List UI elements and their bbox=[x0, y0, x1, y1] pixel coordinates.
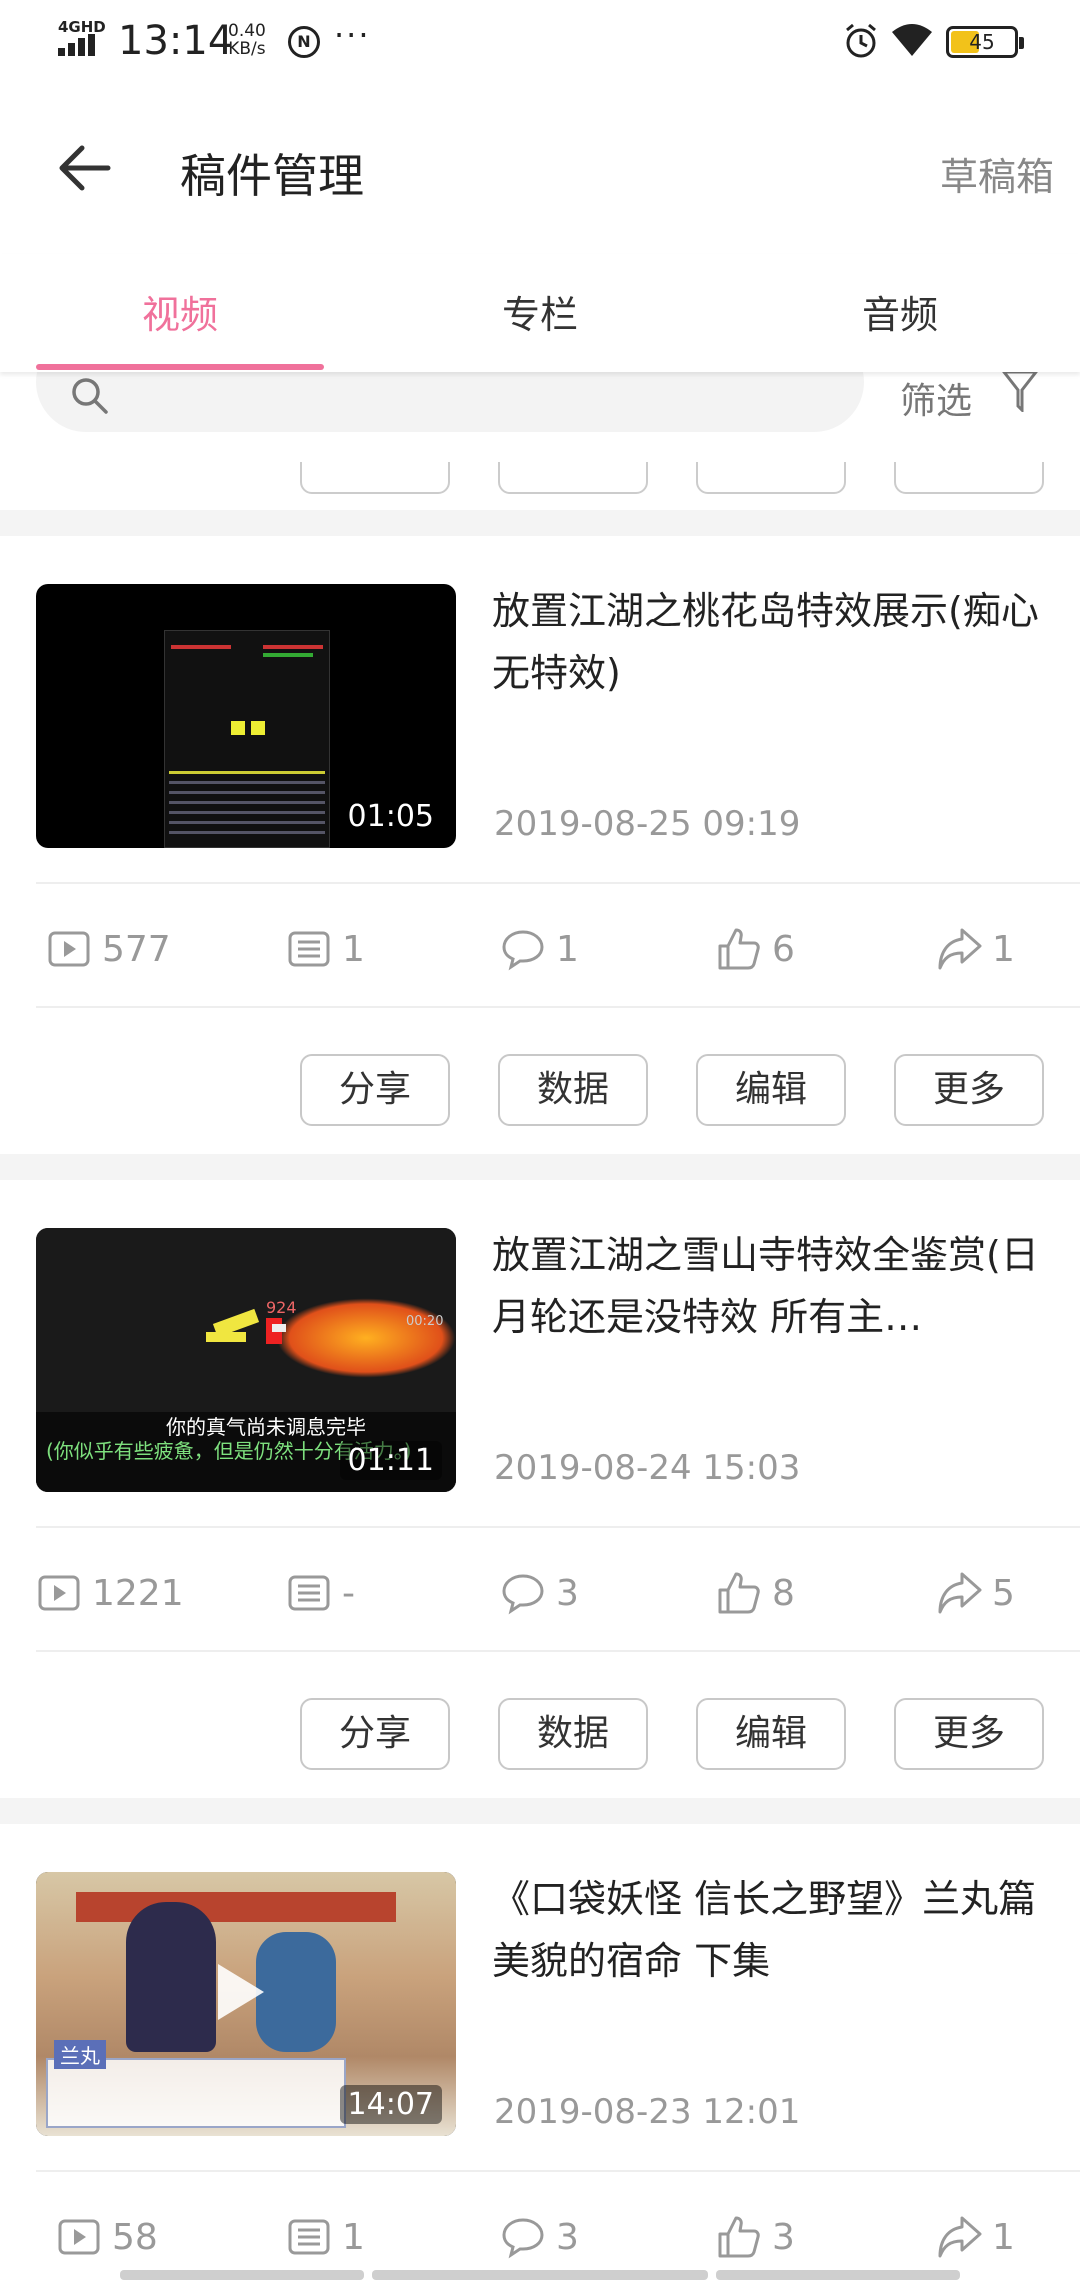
divider bbox=[36, 2170, 1080, 2172]
like-count[interactable]: 3 bbox=[716, 2212, 795, 2262]
scroll-handle bbox=[372, 2270, 708, 2280]
page-title: 稿件管理 bbox=[180, 149, 364, 203]
comment-count: 3 bbox=[500, 1568, 579, 1618]
video-duration: 01:05 bbox=[339, 797, 442, 836]
video-card[interactable]: 兰丸 14:07 《口袋妖怪 信长之野望》兰丸篇美貌的宿命 下集 2019-08… bbox=[0, 1824, 1080, 2280]
video-actions: 分享 数据 编辑 更多 bbox=[0, 1656, 1080, 1806]
thumbnail-caption: 兰丸 bbox=[54, 2040, 106, 2069]
video-thumbnail[interactable]: 兰丸 14:07 bbox=[36, 1872, 456, 2136]
danmaku-count: - bbox=[286, 1568, 355, 1618]
tab-video[interactable]: 视频 bbox=[0, 284, 360, 339]
share-button[interactable]: 分享 bbox=[300, 1698, 450, 1770]
status-bar: 4GHD 13:14 0.40 KB/s N ··· 45 bbox=[0, 0, 1080, 84]
drafts-button[interactable]: 草稿箱 bbox=[940, 146, 1054, 201]
search-icon bbox=[72, 378, 108, 414]
search-input[interactable] bbox=[36, 372, 864, 432]
tab-column[interactable]: 专栏 bbox=[360, 284, 720, 339]
scroll-handle bbox=[120, 2270, 364, 2280]
more-notifications-icon: ··· bbox=[334, 16, 371, 54]
filter-icon[interactable] bbox=[1000, 372, 1040, 412]
wifi-icon bbox=[892, 24, 932, 56]
network-speed: 0.40 KB/s bbox=[228, 21, 266, 59]
video-thumbnail[interactable]: 01:05 bbox=[36, 584, 456, 848]
share-button[interactable] bbox=[300, 462, 450, 494]
card-separator bbox=[0, 510, 1080, 536]
arrow-left-icon[interactable] bbox=[52, 136, 116, 200]
play-count: 58 bbox=[56, 2212, 158, 2262]
like-count[interactable]: 6 bbox=[716, 924, 795, 974]
divider bbox=[36, 882, 1080, 884]
play-icon bbox=[218, 1964, 264, 2020]
play-icon bbox=[38, 1575, 80, 1611]
notification-icon: N bbox=[288, 26, 320, 58]
comment-icon bbox=[502, 1574, 544, 1615]
card-separator bbox=[0, 1798, 1080, 1824]
signal-icon bbox=[58, 34, 104, 56]
video-actions: 分享 数据 编辑 更多 bbox=[0, 1012, 1080, 1162]
video-title[interactable]: 放置江湖之雪山寺特效全鉴赏(日月轮还是没特效 所有主… bbox=[492, 1224, 1052, 1348]
edit-button[interactable]: 编辑 bbox=[696, 1698, 846, 1770]
share-icon bbox=[938, 928, 982, 970]
tab-audio[interactable]: 音频 bbox=[720, 284, 1080, 339]
play-count: 577 bbox=[46, 924, 171, 974]
battery-icon: 45 bbox=[946, 26, 1024, 58]
comment-icon bbox=[502, 930, 544, 971]
more-button[interactable]: 更多 bbox=[894, 1698, 1044, 1770]
share-count[interactable]: 5 bbox=[936, 1568, 1015, 1618]
comment-count: 3 bbox=[500, 2212, 579, 2262]
app-header: 稿件管理 草稿箱 bbox=[0, 84, 1080, 254]
video-title[interactable]: 《口袋妖怪 信长之野望》兰丸篇美貌的宿命 下集 bbox=[492, 1868, 1052, 1992]
alarm-icon bbox=[846, 23, 876, 58]
thumbs-up-icon bbox=[718, 2216, 760, 2258]
thumbs-up-icon bbox=[718, 1572, 760, 1614]
data-button[interactable]: 数据 bbox=[498, 1698, 648, 1770]
share-button[interactable]: 分享 bbox=[300, 1054, 450, 1126]
card-separator bbox=[0, 1154, 1080, 1180]
danmaku-count: 1 bbox=[286, 2212, 365, 2262]
share-icon bbox=[938, 1572, 982, 1614]
share-count[interactable]: 1 bbox=[936, 924, 1015, 974]
scroll-handle bbox=[716, 2270, 960, 2280]
video-date: 2019-08-23 12:01 bbox=[494, 2092, 801, 2132]
more-button[interactable] bbox=[894, 462, 1044, 494]
comment-count: 1 bbox=[500, 924, 579, 974]
share-count[interactable]: 1 bbox=[936, 2212, 1015, 2262]
video-thumbnail[interactable]: 924 00:20 你的真气尚未调息完毕 (你似乎有些疲惫，但是仍然十分有活力。… bbox=[36, 1228, 456, 1492]
tab-indicator bbox=[36, 364, 324, 370]
data-button[interactable]: 数据 bbox=[498, 1054, 648, 1126]
danmaku-count: 1 bbox=[286, 924, 365, 974]
previous-card-actions bbox=[0, 462, 1080, 510]
video-title[interactable]: 放置江湖之桃花岛特效展示(痴心无特效) bbox=[492, 580, 1052, 704]
danmaku-icon bbox=[288, 931, 330, 967]
video-card[interactable]: 01:05 放置江湖之桃花岛特效展示(痴心无特效) 2019-08-25 09:… bbox=[0, 536, 1080, 1154]
video-stats: 1221 - 3 8 5 bbox=[0, 1532, 1080, 1654]
comment-icon bbox=[502, 2218, 544, 2259]
play-icon bbox=[48, 931, 90, 967]
edit-button[interactable]: 编辑 bbox=[696, 1054, 846, 1126]
play-count: 1221 bbox=[36, 1568, 184, 1618]
video-date: 2019-08-24 15:03 bbox=[494, 1448, 801, 1488]
danmaku-icon bbox=[288, 1575, 330, 1611]
video-stats: 577 1 1 6 1 bbox=[0, 888, 1080, 1010]
share-icon bbox=[938, 2216, 982, 2258]
like-count[interactable]: 8 bbox=[716, 1568, 795, 1618]
video-duration: 01:11 bbox=[339, 1441, 442, 1480]
video-date: 2019-08-25 09:19 bbox=[494, 804, 801, 844]
content-tabs: 视频 专栏 音频 bbox=[0, 254, 1080, 372]
divider bbox=[36, 1650, 1080, 1652]
video-duration: 14:07 bbox=[339, 2085, 442, 2124]
more-button[interactable]: 更多 bbox=[894, 1054, 1044, 1126]
divider bbox=[36, 1526, 1080, 1528]
edit-button[interactable] bbox=[696, 462, 846, 494]
filter-button[interactable]: 筛选 bbox=[900, 372, 972, 424]
clock: 13:14 bbox=[118, 18, 234, 64]
video-stats: 58 1 3 3 1 bbox=[0, 2176, 1080, 2280]
play-icon bbox=[58, 2219, 100, 2255]
divider bbox=[36, 1006, 1080, 1008]
search-row: 筛选 bbox=[0, 372, 1080, 462]
thumbs-up-icon bbox=[718, 928, 760, 970]
data-button[interactable] bbox=[498, 462, 648, 494]
video-card[interactable]: 924 00:20 你的真气尚未调息完毕 (你似乎有些疲惫，但是仍然十分有活力。… bbox=[0, 1180, 1080, 1798]
danmaku-icon bbox=[288, 2219, 330, 2255]
